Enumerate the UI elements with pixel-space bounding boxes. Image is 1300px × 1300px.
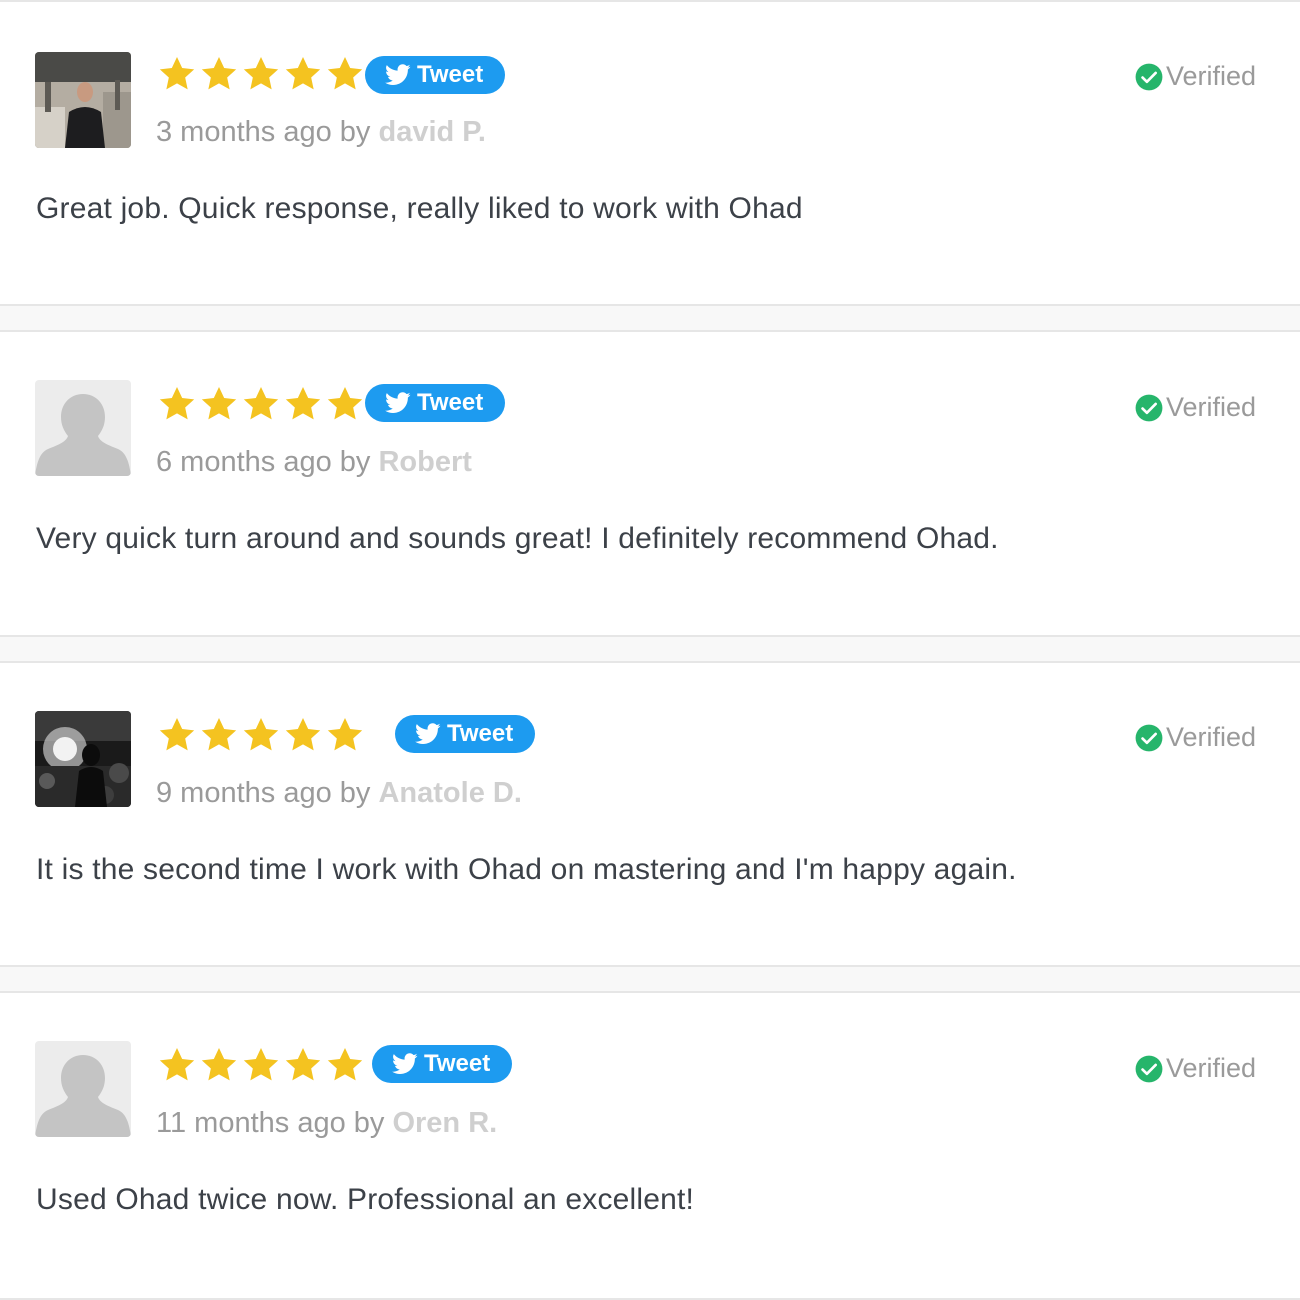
star-rating [157, 1045, 365, 1085]
star-icon [201, 57, 237, 90]
review-meta: 11 months ago by Oren R. [156, 1107, 497, 1140]
review-text: It is the second time I work with Ohad o… [36, 853, 1017, 886]
star-rating [157, 384, 365, 424]
check-circle-icon [1135, 394, 1163, 421]
tweet-label: Tweet [417, 389, 484, 416]
tweet-label: Tweet [417, 61, 484, 88]
review-meta: 6 months ago by Robert [156, 446, 472, 479]
tweet-label: Tweet [447, 720, 514, 747]
star-icon [201, 387, 237, 420]
verified-badge: Verified [1135, 1053, 1256, 1084]
review-meta: 9 months ago by Anatole D. [156, 777, 522, 810]
star-icon [159, 1048, 195, 1081]
review-text: Used Ohad twice now. Professional an exc… [36, 1183, 695, 1216]
star-icon [327, 718, 363, 751]
verified-label: Verified [1166, 722, 1257, 752]
review-meta: 3 months ago by david P. [156, 116, 486, 149]
reviewer-avatar [35, 1041, 131, 1137]
star-icon [285, 57, 321, 90]
review-card: Tweet 11 months ago by Oren R. Verified … [0, 991, 1300, 1300]
star-icon [243, 718, 279, 751]
verified-label: Verified [1166, 392, 1257, 422]
review-time: 9 months ago by [156, 777, 379, 809]
star-icon [285, 1048, 321, 1081]
reviewer-avatar [35, 711, 131, 807]
reviewer-avatar [35, 380, 131, 476]
tweet-button[interactable]: Tweet [372, 1045, 513, 1083]
check-circle-icon [1135, 1055, 1163, 1082]
review-text: Great job. Quick response, really liked … [36, 192, 803, 225]
review-time: 6 months ago by [156, 446, 379, 478]
star-icon [159, 57, 195, 90]
star-icon [243, 57, 279, 90]
reviewer-name[interactable]: david P. [378, 116, 485, 148]
tweet-label: Tweet [424, 1050, 491, 1077]
reviewer-avatar [35, 52, 131, 148]
review-card: Tweet 9 months ago by Anatole D. Verifie… [0, 661, 1300, 967]
review-card: Tweet 6 months ago by Robert Verified Ve… [0, 330, 1300, 637]
star-icon [327, 387, 363, 420]
verified-badge: Verified [1135, 61, 1256, 92]
reviewer-name[interactable]: Robert [378, 446, 471, 478]
reviewer-name[interactable]: Anatole D. [378, 777, 521, 809]
star-icon [243, 1048, 279, 1081]
star-icon [285, 718, 321, 751]
verified-badge: Verified [1135, 722, 1256, 753]
verified-label: Verified [1166, 1053, 1257, 1083]
star-icon [243, 387, 279, 420]
review-time: 11 months ago by [156, 1107, 393, 1139]
twitter-bird-icon [385, 64, 411, 85]
star-icon [201, 1048, 237, 1081]
star-rating [157, 715, 365, 755]
star-icon [159, 718, 195, 751]
reviewer-name[interactable]: Oren R. [392, 1107, 497, 1139]
twitter-bird-icon [385, 392, 411, 413]
star-icon [285, 387, 321, 420]
review-text: Very quick turn around and sounds great!… [36, 522, 999, 555]
verified-badge: Verified [1135, 392, 1256, 423]
star-icon [327, 1048, 363, 1081]
tweet-button[interactable]: Tweet [365, 384, 506, 422]
review-card: Tweet 3 months ago by david P. Verified … [0, 0, 1300, 306]
tweet-button[interactable]: Tweet [395, 715, 536, 753]
star-icon [327, 57, 363, 90]
review-time: 3 months ago by [156, 116, 379, 148]
tweet-button[interactable]: Tweet [365, 56, 506, 94]
verified-label: Verified [1166, 61, 1257, 91]
star-rating [157, 54, 365, 94]
twitter-bird-icon [415, 723, 441, 744]
check-circle-icon [1135, 63, 1163, 90]
star-icon [159, 387, 195, 420]
twitter-bird-icon [392, 1053, 418, 1074]
check-circle-icon [1135, 724, 1163, 751]
star-icon [201, 718, 237, 751]
